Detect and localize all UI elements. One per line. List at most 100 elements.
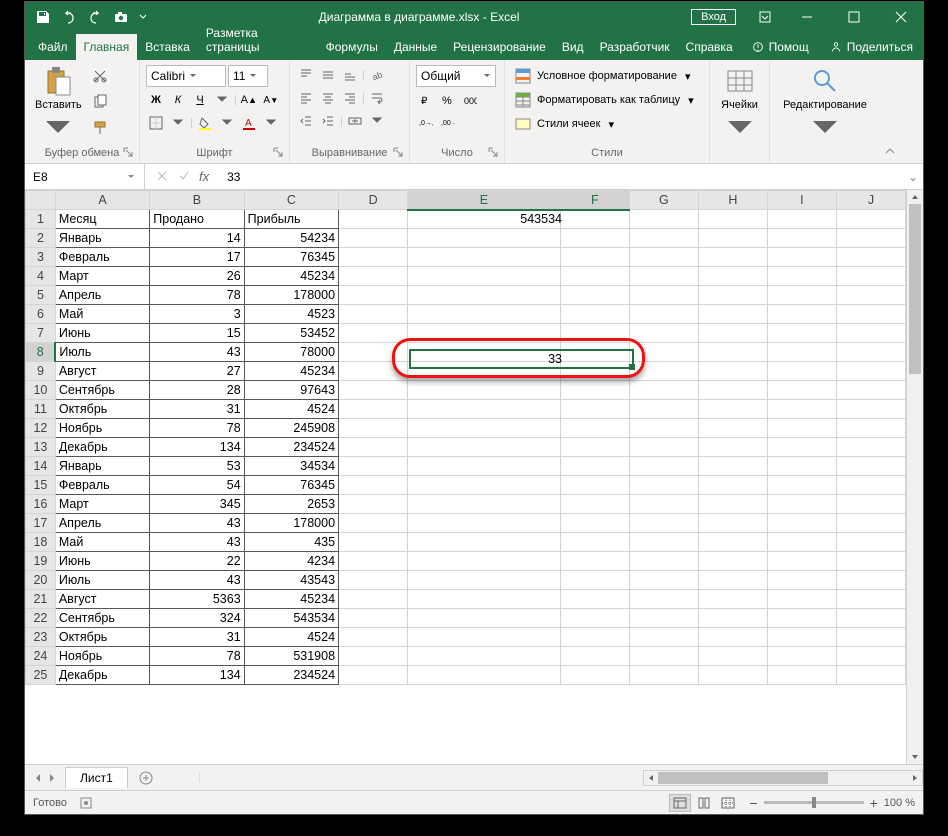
cell-I23[interactable] — [767, 628, 836, 647]
cell-B17[interactable]: 43 — [150, 514, 244, 533]
cell-I24[interactable] — [767, 647, 836, 666]
cell-C24[interactable]: 531908 — [244, 647, 338, 666]
cell-H15[interactable] — [698, 476, 767, 495]
row-header-22[interactable]: 22 — [26, 609, 56, 628]
number-format-combo[interactable]: Общий — [416, 65, 496, 87]
cells-button[interactable]: Ячейки — [716, 63, 763, 147]
cell-A11[interactable]: Октябрь — [55, 400, 149, 419]
align-middle-button[interactable] — [318, 65, 338, 85]
cell-E19[interactable] — [408, 552, 561, 571]
cell-A19[interactable]: Июнь — [55, 552, 149, 571]
row-header-15[interactable]: 15 — [26, 476, 56, 495]
tab-nav-prev[interactable] — [33, 773, 43, 783]
cell-D22[interactable] — [339, 609, 408, 628]
cell-F2[interactable] — [560, 229, 629, 248]
cell-F1[interactable] — [560, 210, 629, 229]
row-header-3[interactable]: 3 — [26, 248, 56, 267]
cell-C8[interactable]: 78000 — [244, 343, 338, 362]
font-size-combo[interactable]: 11 — [228, 65, 268, 87]
cell-G4[interactable] — [629, 267, 698, 286]
close-button[interactable] — [878, 2, 923, 32]
cell-G1[interactable] — [629, 210, 698, 229]
cell-D13[interactable] — [339, 438, 408, 457]
cell-I21[interactable] — [767, 590, 836, 609]
cell-A13[interactable]: Декабрь — [55, 438, 149, 457]
cell-F8[interactable] — [560, 343, 629, 362]
fill-color-button[interactable] — [195, 113, 215, 133]
cell-A12[interactable]: Ноябрь — [55, 419, 149, 438]
cell-D17[interactable] — [339, 514, 408, 533]
col-header-F[interactable]: F — [560, 191, 629, 210]
cell-E18[interactable] — [408, 533, 561, 552]
cell-F18[interactable] — [560, 533, 629, 552]
cell-H21[interactable] — [698, 590, 767, 609]
cell-J9[interactable] — [836, 362, 905, 381]
row-header-23[interactable]: 23 — [26, 628, 56, 647]
cell-I8[interactable] — [767, 343, 836, 362]
cell-C25[interactable]: 234524 — [244, 666, 338, 685]
cell-J19[interactable] — [836, 552, 905, 571]
format-painter-button[interactable] — [92, 117, 108, 139]
cell-G25[interactable] — [629, 666, 698, 685]
horizontal-scrollbar[interactable] — [643, 770, 923, 786]
camera-icon[interactable] — [113, 9, 129, 25]
cell-A17[interactable]: Апрель — [55, 514, 149, 533]
row-header-6[interactable]: 6 — [26, 305, 56, 324]
row-header-1[interactable]: 1 — [26, 210, 56, 229]
cell-A15[interactable]: Февраль — [55, 476, 149, 495]
expand-formula-bar[interactable]: ⌄ — [903, 170, 923, 184]
formula-input[interactable]: 33 — [219, 170, 903, 184]
cell-F15[interactable] — [560, 476, 629, 495]
font-color-dd[interactable] — [261, 113, 281, 133]
cell-D14[interactable] — [339, 457, 408, 476]
row-header-4[interactable]: 4 — [26, 267, 56, 286]
vertical-scrollbar[interactable] — [906, 190, 923, 764]
cell-C18[interactable]: 435 — [244, 533, 338, 552]
cell-H16[interactable] — [698, 495, 767, 514]
cell-B18[interactable]: 43 — [150, 533, 244, 552]
cell-A8[interactable]: Июль — [55, 343, 149, 362]
row-header-8[interactable]: 8 — [26, 343, 56, 362]
col-header-D[interactable]: D — [339, 191, 408, 210]
save-icon[interactable] — [35, 9, 51, 25]
cell-H18[interactable] — [698, 533, 767, 552]
cell-I10[interactable] — [767, 381, 836, 400]
share-button[interactable]: Поделиться — [819, 34, 923, 60]
cell-J1[interactable] — [836, 210, 905, 229]
cell-E4[interactable] — [408, 267, 561, 286]
font-name-combo[interactable]: Calibri — [146, 65, 226, 87]
cell-J14[interactable] — [836, 457, 905, 476]
cell-A6[interactable]: Май — [55, 305, 149, 324]
zoom-level[interactable]: 100 % — [884, 797, 915, 809]
row-header-13[interactable]: 13 — [26, 438, 56, 457]
cell-E12[interactable] — [408, 419, 561, 438]
cell-F25[interactable] — [560, 666, 629, 685]
cell-G2[interactable] — [629, 229, 698, 248]
login-button[interactable]: Вход — [691, 9, 736, 25]
cell-H17[interactable] — [698, 514, 767, 533]
cell-E3[interactable] — [408, 248, 561, 267]
cell-C10[interactable]: 97643 — [244, 381, 338, 400]
row-header-5[interactable]: 5 — [26, 286, 56, 305]
cell-G21[interactable] — [629, 590, 698, 609]
cell-I12[interactable] — [767, 419, 836, 438]
cell-B10[interactable]: 28 — [150, 381, 244, 400]
redo-icon[interactable] — [87, 9, 103, 25]
cell-E15[interactable] — [408, 476, 561, 495]
cell-G23[interactable] — [629, 628, 698, 647]
cell-I5[interactable] — [767, 286, 836, 305]
cell-B7[interactable]: 15 — [150, 324, 244, 343]
cell-F19[interactable] — [560, 552, 629, 571]
cell-I17[interactable] — [767, 514, 836, 533]
cell-D5[interactable] — [339, 286, 408, 305]
cell-B22[interactable]: 324 — [150, 609, 244, 628]
tab-home[interactable]: Главная — [76, 34, 138, 60]
increase-font-button[interactable]: A▲ — [239, 90, 259, 110]
cell-F24[interactable] — [560, 647, 629, 666]
cell-I2[interactable] — [767, 229, 836, 248]
editing-button[interactable]: Редактирование — [776, 63, 874, 147]
cell-D11[interactable] — [339, 400, 408, 419]
cell-B15[interactable]: 54 — [150, 476, 244, 495]
cell-E13[interactable] — [408, 438, 561, 457]
orientation-button[interactable]: ab — [367, 65, 387, 85]
